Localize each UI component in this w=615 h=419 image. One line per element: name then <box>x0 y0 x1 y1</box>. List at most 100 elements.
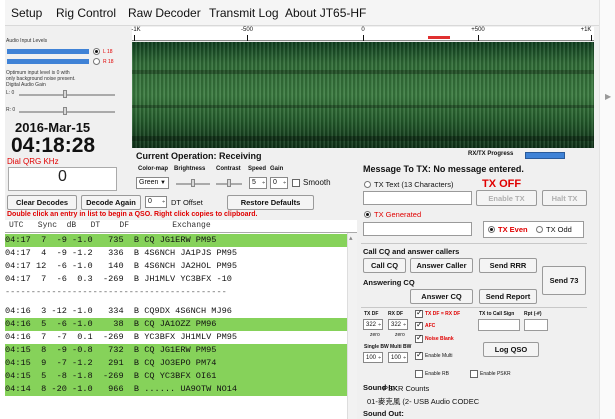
decode-list-hint: Double click an entry in list to begin a… <box>7 211 258 218</box>
menu-rig-control[interactable]: Rig Control <box>56 6 116 20</box>
rxtx-progress-bar <box>525 152 565 159</box>
gain-left-slider[interactable] <box>19 94 115 96</box>
gain-left-knob[interactable] <box>63 90 67 98</box>
speed-label: Speed <box>248 166 267 172</box>
table-row[interactable]: 04:16 3 -12 -1.0 334 B CQ9DX 4S6NCH MJ96 <box>5 305 347 318</box>
single-bw-spinner[interactable]: 100 ÷ <box>363 352 383 363</box>
tx-odd-label: TX Odd <box>546 225 572 234</box>
tick <box>591 35 592 41</box>
lock-df-label: TX DF = RX DF <box>425 311 461 317</box>
halt-tx-button[interactable]: Halt TX <box>542 190 587 206</box>
table-row[interactable]: 04:15 9 -7 -1.2 291 B CQ JO3EPO PM74 <box>5 357 347 370</box>
rx-df-spinner[interactable]: 322 ÷ <box>388 319 408 330</box>
scroll-up-icon[interactable]: ▲ <box>349 235 353 242</box>
send-73-button[interactable]: Send 73 <box>542 266 586 295</box>
table-row[interactable]: 04:17 7 -6 0.3 -269 B JH1MLV YC3BFX -10 <box>5 273 347 286</box>
send-rrr-button[interactable]: Send RRR <box>479 258 537 273</box>
decode-list-header-text: UTC Sync dB DT DF Exchange <box>9 221 211 230</box>
contrast-label: Contrast <box>216 166 241 172</box>
decode-list[interactable]: UTC Sync dB DT DF Exchange 04:17 7 -9 -1… <box>5 220 357 419</box>
chevron-right-icon[interactable]: ▶ <box>605 92 611 102</box>
table-row[interactable]: 04:17 12 -6 -1.0 140 B 4S6NCH JA2HOL PM9… <box>5 260 347 273</box>
colormap-select[interactable]: Green ▼ <box>136 177 169 189</box>
decode-again-button[interactable]: Decode Again <box>81 195 141 210</box>
tx-odd-radio[interactable] <box>536 226 543 233</box>
smooth-checkbox[interactable] <box>292 179 300 187</box>
menu-raw-decoder[interactable]: Raw Decoder <box>128 6 201 20</box>
log-qso-button[interactable]: Log QSO <box>483 342 539 357</box>
table-row[interactable]: 04:16 7 -7 0.1 -269 B YC3BFX JH1MLV PM95 <box>5 331 347 344</box>
multi-bw-spinner[interactable]: 100 ÷ <box>388 352 408 363</box>
report-input[interactable] <box>524 319 548 331</box>
enable-rb-checkbox[interactable] <box>415 370 423 378</box>
rx-df-zero-button[interactable]: zero <box>395 332 405 338</box>
spin-arrows-icon: ÷ <box>262 180 265 186</box>
tx-generated-field[interactable] <box>363 222 472 236</box>
menu-setup[interactable]: Setup <box>11 6 42 20</box>
lock-df-checkbox[interactable] <box>415 308 423 318</box>
tx-df-spinner[interactable]: 322 ÷ <box>363 319 383 330</box>
left-channel-radio[interactable] <box>93 48 100 55</box>
right-channel-radio[interactable] <box>93 58 100 65</box>
table-row[interactable]: 04:15 8 -9 -0.8 732 B CQ JG1ERW PM95 <box>5 344 347 357</box>
table-row[interactable]: 04:17 7 -9 -1.0 735 B CQ JG1ERW PM95 <box>5 234 347 247</box>
waterfall-display[interactable] <box>132 42 594 148</box>
current-operation: Current Operation: Receiving <box>136 151 262 161</box>
enable-tx-button[interactable]: Enable TX <box>476 190 537 206</box>
spin-arrows-icon: ÷ <box>403 355 406 361</box>
decode-list-scrollbar[interactable]: ▲ <box>347 233 357 419</box>
tick-label-plus-1k: +1K <box>580 27 592 33</box>
enable-pskr-checkbox[interactable] <box>470 370 478 378</box>
menu-transmit-log[interactable]: Transmit Log <box>209 6 279 20</box>
afc-checkbox[interactable] <box>415 320 423 330</box>
right-level-bar <box>7 59 89 64</box>
call-cq-heading: Call CQ and answer callers <box>363 247 460 256</box>
tick <box>478 35 479 41</box>
table-row[interactable]: 04:16 5 -6 -1.0 38 B CQ JA1OZZ PM96 <box>5 318 347 331</box>
message-to-tx: Message To TX: No message entered. <box>363 164 524 174</box>
tx-even-radio[interactable] <box>488 226 495 233</box>
chevron-down-icon: ▼ <box>160 180 166 186</box>
decode-list-header: UTC Sync dB DT DF Exchange <box>5 220 357 233</box>
gain-label: Digital Audio Gain <box>6 82 46 88</box>
dial-qrg-field[interactable]: 0 <box>8 167 117 191</box>
tx-marker <box>428 36 450 39</box>
speed-spinner[interactable]: 5 ÷ <box>249 177 267 189</box>
answer-cq-button[interactable]: Answer CQ <box>410 289 473 304</box>
tick-label-minus-1k: -1K <box>131 27 141 33</box>
input-levels-heading: Audio Input Levels <box>6 38 48 44</box>
sound-in-device[interactable]: 01-麥克風 (2- USB Audio CODEC <box>367 396 479 407</box>
spin-arrows-icon: ÷ <box>162 199 165 205</box>
page-scrollbar[interactable]: ▶ <box>599 0 615 419</box>
tx-df-zero-button[interactable]: zero <box>370 332 380 338</box>
noise-blank-checkbox[interactable] <box>415 333 423 343</box>
table-row[interactable]: 04:14 8 -20 -1.0 966 B ...... UA9OTW NO1… <box>5 383 347 396</box>
gain-spinner[interactable]: 0 ÷ <box>270 177 288 189</box>
table-row[interactable]: 04:17 4 -9 -1.2 336 B 4S6NCH JA1PJS PM95 <box>5 247 347 260</box>
enable-multi-checkbox[interactable] <box>415 350 423 360</box>
pskr-counts-label: PSKR Counts <box>383 384 430 393</box>
answer-caller-button[interactable]: Answer Caller <box>410 258 473 273</box>
gain-right-slider[interactable] <box>19 111 115 113</box>
restore-defaults-button[interactable]: Restore Defaults <box>227 195 314 210</box>
single-bw-value: 100 <box>366 355 377 361</box>
tx-generated-radio[interactable] <box>364 211 371 218</box>
gain-right-knob[interactable] <box>63 107 67 115</box>
gain-right-label: R: 0 <box>6 107 16 113</box>
tx-callsign-input[interactable] <box>478 319 520 331</box>
tx-text-input[interactable] <box>363 191 472 205</box>
dt-offset-spinner[interactable]: 0 ÷ <box>145 196 167 208</box>
call-cq-button[interactable]: Call CQ <box>363 258 406 273</box>
clear-decodes-button[interactable]: Clear Decodes <box>7 195 77 210</box>
table-row[interactable]: 04:15 5 -8 -1.8 -269 B CQ YC3BFX OI61 <box>5 370 347 383</box>
tx-text-label: TX Text (13 Characters) <box>374 180 454 189</box>
tx-period-group: TX Even TX Odd <box>483 221 584 238</box>
spin-arrows-icon: ÷ <box>283 180 286 186</box>
tx-text-radio[interactable] <box>364 181 371 188</box>
tick-label-minus-500: -500 <box>240 27 254 33</box>
menu-about[interactable]: About JT65-HF <box>285 6 366 20</box>
contrast-knob[interactable] <box>227 179 231 187</box>
brightness-knob[interactable] <box>191 179 195 187</box>
waterfall-band <box>132 105 594 108</box>
send-report-button[interactable]: Send Report <box>479 289 537 304</box>
